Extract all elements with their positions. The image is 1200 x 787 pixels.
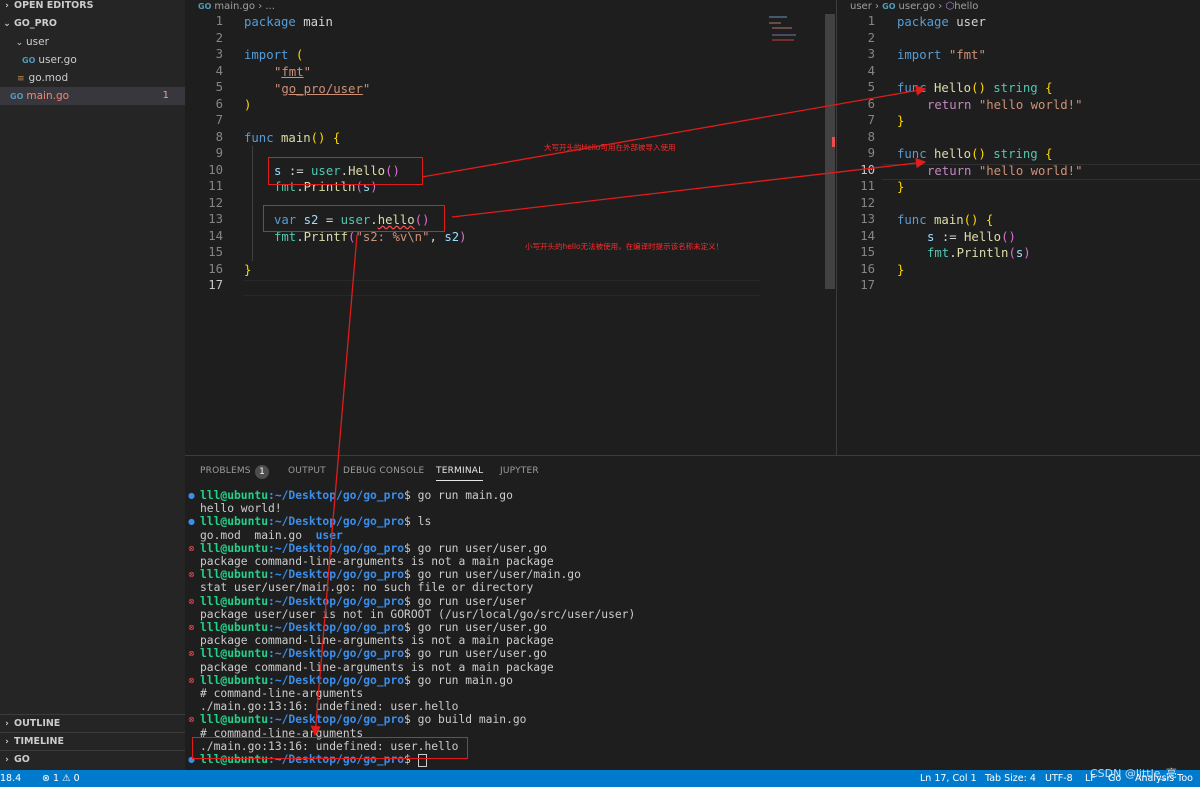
annotation-arrows [310, 85, 927, 737]
go-version[interactable]: 18.4 [0, 770, 21, 787]
cursor-position[interactable]: Ln 17, Col 1 [920, 770, 977, 787]
encoding[interactable]: UTF-8 [1045, 770, 1073, 787]
problems-status[interactable]: ⊗ 1 ⚠ 0 [42, 770, 80, 787]
watermark: CSDN @little_亮 [1090, 767, 1177, 780]
arrow-to-terminal-error [310, 234, 358, 737]
arrow-to-hello [451, 157, 927, 218]
arrow-to-Hello [421, 85, 927, 178]
status-bar: 18.4 ⊗ 1 ⚠ 0 Ln 17, Col 1 Tab Size: 4 UT… [0, 770, 1200, 787]
tab-size[interactable]: Tab Size: 4 [985, 770, 1036, 787]
